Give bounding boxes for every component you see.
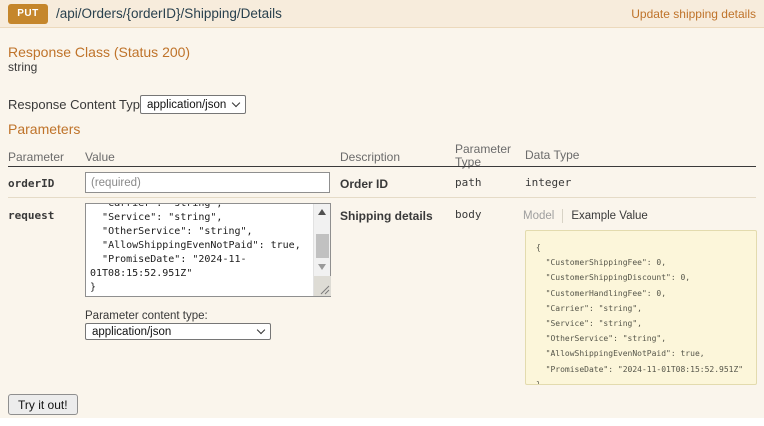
response-content-type-select[interactable]: application/json bbox=[140, 95, 246, 114]
parameter-content-type-value: application/json bbox=[92, 325, 172, 338]
operation-header[interactable]: PUT /api/Orders/{orderID}/Shipping/Detai… bbox=[0, 0, 764, 28]
col-header-data-type: Data Type bbox=[525, 148, 580, 162]
orderid-description: Order ID bbox=[340, 177, 389, 191]
triangle-down-icon[interactable] bbox=[318, 264, 326, 270]
parameter-content-type-label: Parameter content type: bbox=[85, 310, 208, 322]
row-divider bbox=[8, 197, 756, 198]
param-name-orderid: orderID bbox=[8, 177, 55, 190]
example-value-box[interactable]: { "CustomerShippingFee": 0, "CustomerShi… bbox=[525, 230, 757, 385]
request-description: Shipping details bbox=[340, 209, 433, 223]
param-name-request: request bbox=[8, 209, 55, 222]
http-method-badge: PUT bbox=[8, 4, 48, 24]
col-header-value: Value bbox=[85, 150, 115, 164]
scrollbar-thumb[interactable] bbox=[316, 234, 329, 258]
resize-grip-icon bbox=[320, 285, 330, 295]
endpoint-path: /api/Orders/{orderID}/Shipping/Details bbox=[56, 6, 282, 21]
try-it-out-button[interactable]: Try it out! bbox=[8, 394, 78, 415]
request-param-type: body bbox=[455, 208, 482, 221]
update-shipping-details-link[interactable]: Update shipping details bbox=[631, 7, 756, 21]
tab-example-value[interactable]: Example Value bbox=[571, 210, 648, 222]
tab-separator bbox=[562, 209, 564, 223]
col-header-description: Description bbox=[340, 150, 401, 164]
request-body-textarea[interactable]: "Carrier": "string", "Service": "string"… bbox=[85, 203, 331, 297]
tab-model[interactable]: Model bbox=[523, 210, 554, 222]
parameters-heading: Parameters bbox=[8, 121, 81, 137]
example-value-json: { "CustomerShippingFee": 0, "CustomerShi… bbox=[536, 243, 744, 385]
response-content-type-value: application/json bbox=[147, 98, 227, 111]
request-body-value: "Carrier": "string", "Service": "string"… bbox=[90, 204, 301, 293]
orderid-param-type: path bbox=[455, 176, 482, 189]
orderid-data-type: integer bbox=[525, 176, 572, 189]
response-content-type-label: Response Content Type bbox=[8, 97, 148, 112]
orderid-input[interactable] bbox=[85, 172, 330, 193]
triangle-up-icon[interactable] bbox=[318, 209, 326, 215]
parameter-content-type-select[interactable]: application/json bbox=[85, 323, 271, 340]
chevron-down-icon bbox=[231, 98, 241, 108]
request-body-text-clip: "Carrier": "string", "Service": "string"… bbox=[90, 204, 306, 295]
chevron-down-icon bbox=[256, 325, 266, 335]
response-return-type: string bbox=[8, 60, 38, 74]
data-type-tabs: Model Example Value bbox=[523, 209, 648, 223]
table-header-divider bbox=[8, 166, 756, 167]
swagger-operation-panel: PUT /api/Orders/{orderID}/Shipping/Detai… bbox=[0, 0, 764, 426]
col-header-parameter: Parameter bbox=[8, 150, 65, 164]
textarea-scrollbar[interactable] bbox=[313, 204, 331, 296]
textarea-resize-corner[interactable] bbox=[314, 276, 331, 296]
response-class-heading: Response Class (Status 200) bbox=[8, 44, 191, 60]
